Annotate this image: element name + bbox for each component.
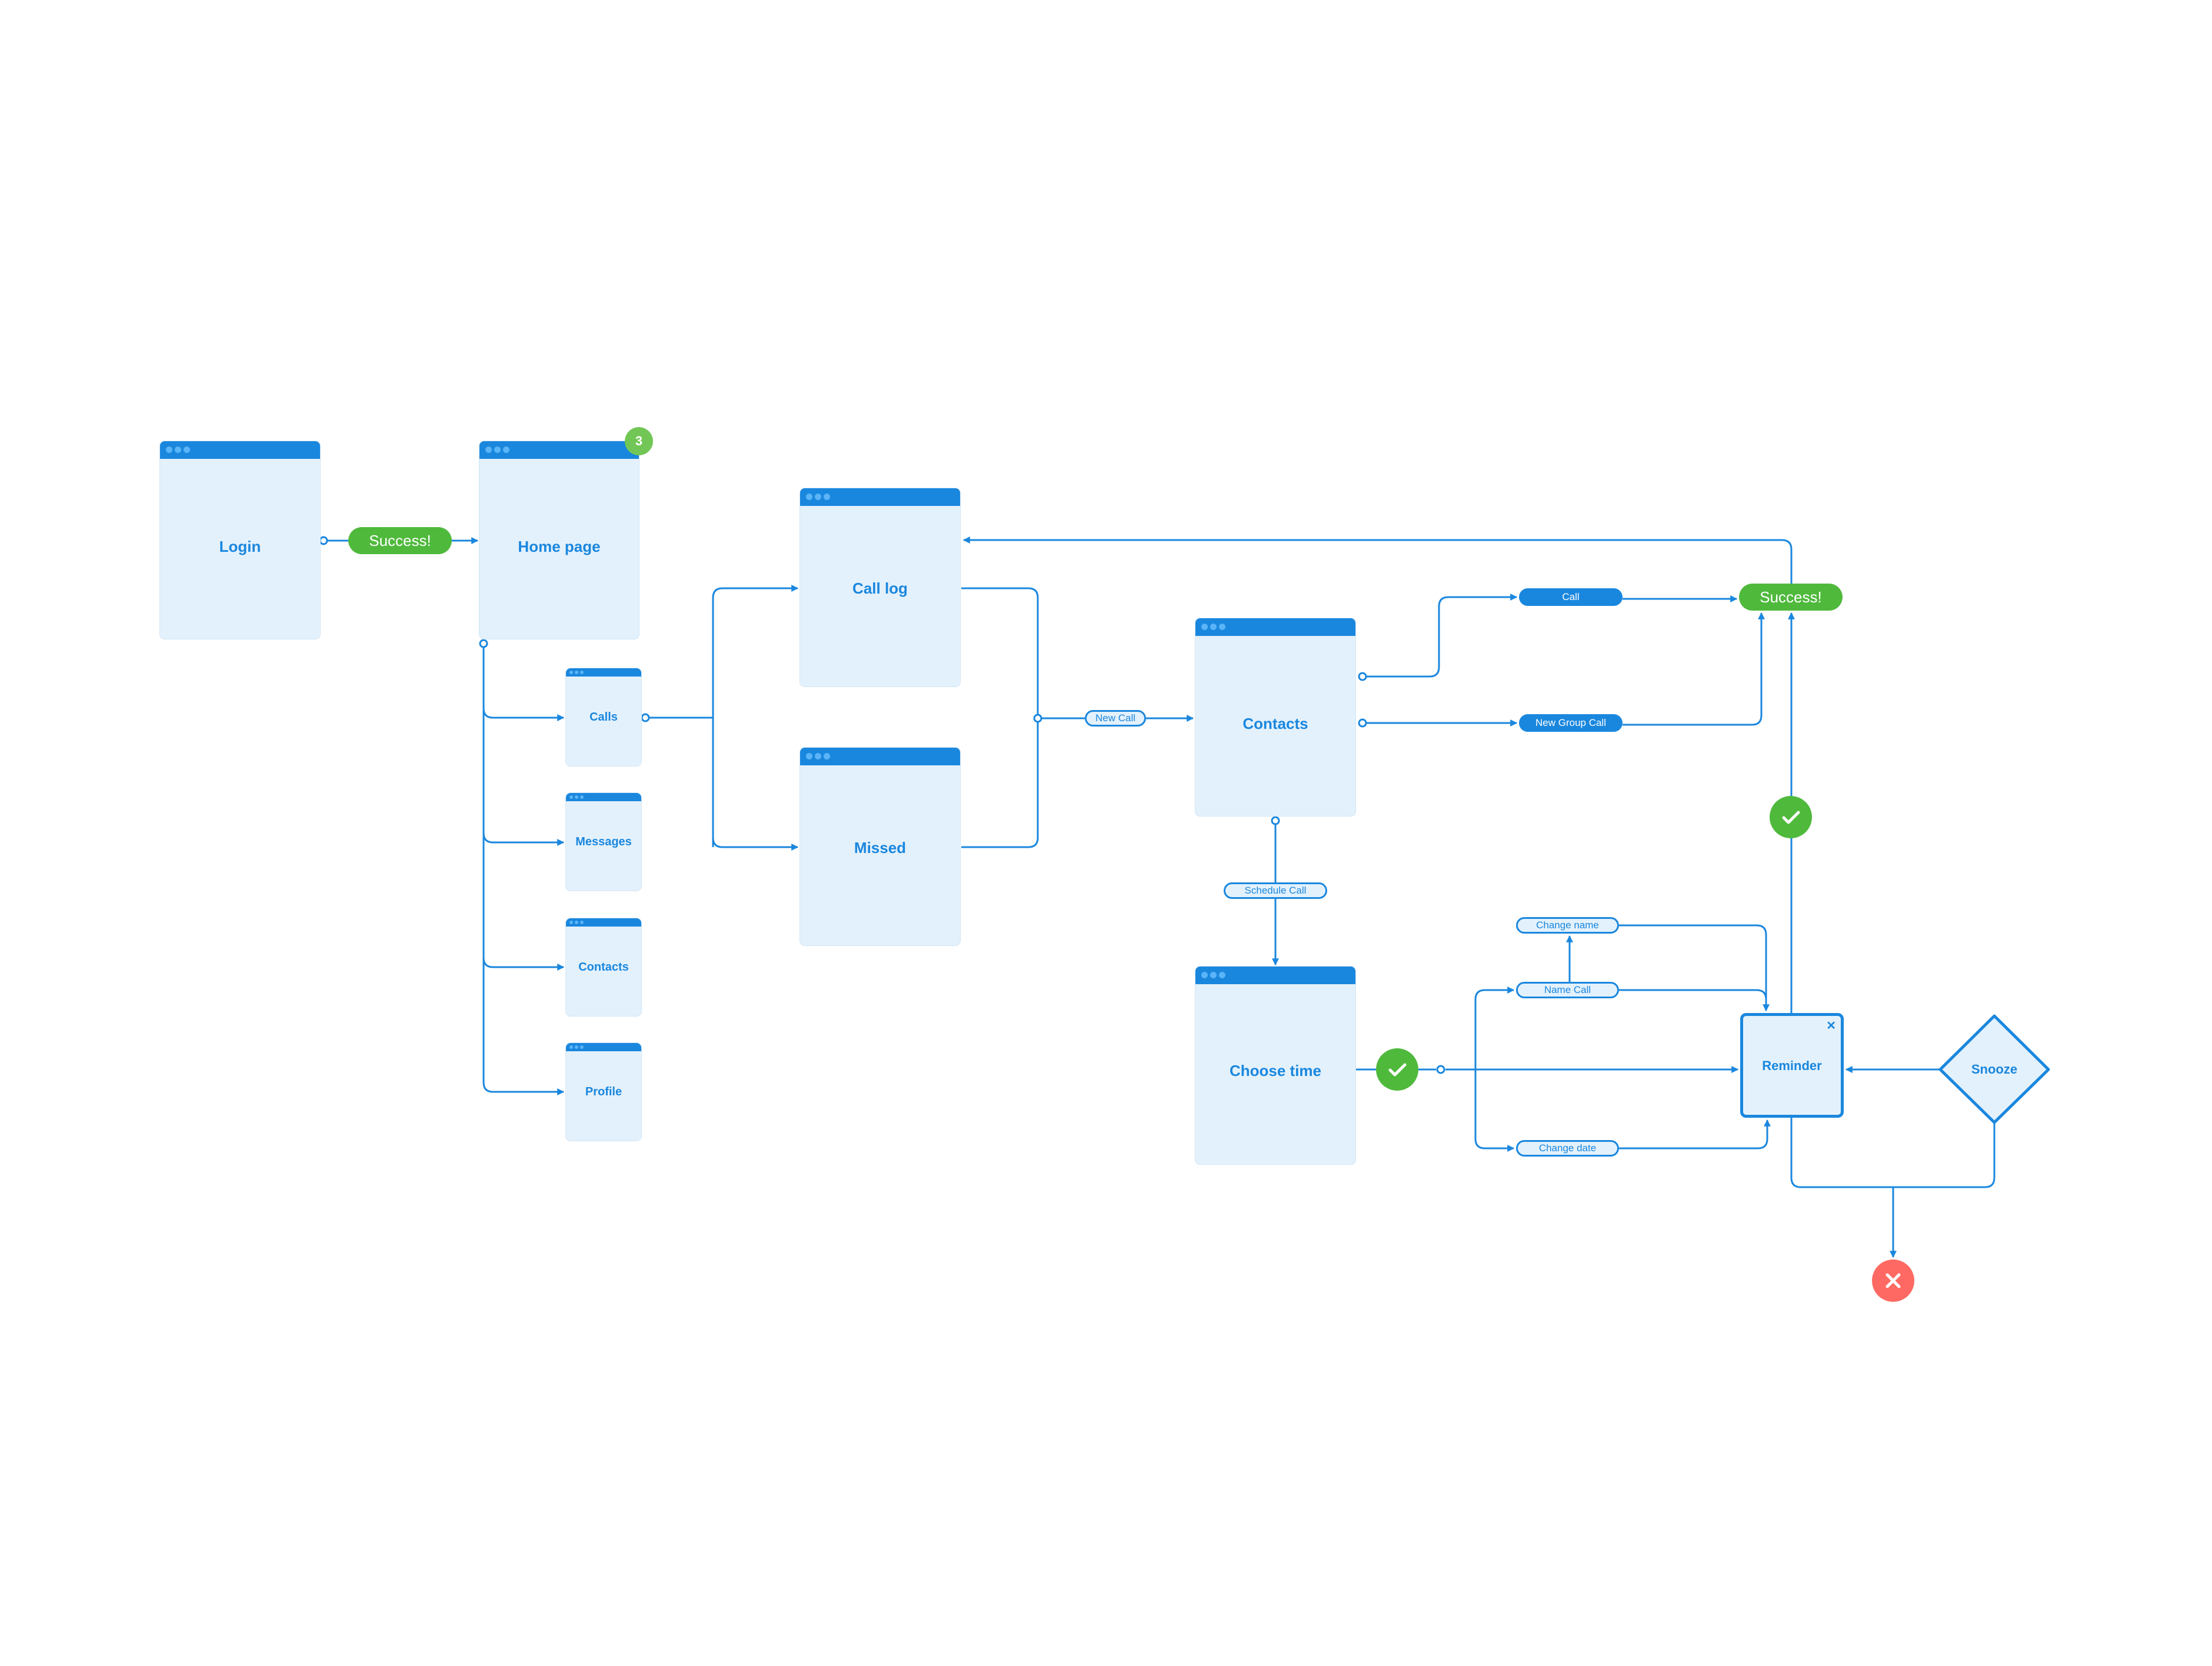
success-pill-call: Success!	[1739, 584, 1843, 611]
wire-success-calllog	[962, 537, 1793, 584]
new-group-call-pill[interactable]: New Group Call	[1519, 714, 1623, 732]
new-call-pill[interactable]: New Call	[1085, 710, 1146, 727]
screen-title: Profile	[585, 1085, 622, 1098]
window-dots-icon	[1201, 972, 1225, 978]
wire-home-contacts	[482, 957, 565, 971]
screen-missed[interactable]: Missed	[800, 748, 960, 945]
wire-contacts-call	[1366, 594, 1518, 678]
snooze-title: Snooze	[1971, 1062, 2018, 1077]
window-dots-icon	[569, 671, 584, 674]
connector-lines	[319, 536, 2050, 1258]
wire-branch-calllog	[712, 585, 799, 847]
screen-title: Call log	[852, 579, 908, 597]
port-contacts-schedule	[1271, 816, 1280, 825]
screen-title: Home page	[518, 538, 601, 555]
screen-login[interactable]: Login	[160, 441, 320, 639]
screen-call-log[interactable]: Call log	[800, 488, 960, 687]
port-calls	[641, 713, 650, 722]
port-login	[319, 536, 328, 545]
window-dots-icon	[569, 921, 584, 924]
window-dots-icon	[1201, 624, 1225, 630]
screen-contacts[interactable]: Contacts	[1195, 618, 1355, 816]
change-name-pill[interactable]: Change name	[1516, 917, 1619, 934]
wire-changename-reminder	[1619, 924, 1770, 1012]
wire-home-messages	[482, 832, 565, 846]
port-contacts-call	[1358, 672, 1367, 681]
port-merge	[1033, 714, 1042, 723]
change-date-pill[interactable]: Change date	[1516, 1140, 1619, 1157]
name-call-pill[interactable]: Name Call	[1516, 982, 1619, 998]
port-home	[479, 639, 488, 648]
screen-contacts-small[interactable]: Contacts	[566, 918, 641, 1016]
close-icon[interactable]: ✕	[1826, 1018, 1836, 1033]
screen-calls[interactable]: Calls	[566, 668, 641, 766]
reminder-node[interactable]: ✕ Reminder	[1740, 1013, 1844, 1118]
success-pill-login: Success!	[348, 527, 452, 554]
call-pill[interactable]: Call	[1519, 588, 1623, 606]
window-dots-icon	[166, 447, 190, 453]
wire-fork-namecall	[1474, 987, 1515, 1069]
screen-title: Calls	[589, 711, 618, 724]
x-icon	[1872, 1260, 1914, 1302]
window-dots-icon	[569, 795, 584, 799]
window-dots-icon	[485, 447, 509, 453]
port-fork	[1436, 1065, 1445, 1074]
wire-changedate-reminder	[1619, 1119, 1771, 1149]
screen-title: Choose time	[1229, 1062, 1322, 1079]
wire-namecall-reminder	[1619, 989, 1767, 1000]
window-dots-icon	[806, 494, 830, 500]
wire-fork-changedate	[1474, 1069, 1515, 1152]
screen-title: Messages	[575, 835, 632, 848]
check-icon	[1770, 796, 1812, 838]
screen-messages[interactable]: Messages	[566, 793, 641, 891]
wire-calllog-merge	[961, 587, 1039, 848]
screen-title: Contacts	[1242, 715, 1308, 732]
screen-profile[interactable]: Profile	[566, 1043, 641, 1141]
notification-badge: 3	[625, 427, 653, 455]
wire-reminder-error	[1790, 1118, 1996, 1188]
reminder-title: Reminder	[1762, 1058, 1822, 1073]
wire-home-calls	[482, 708, 565, 721]
window-dots-icon	[806, 753, 830, 759]
screen-title: Missed	[854, 839, 907, 857]
wire-home-trunk	[482, 647, 565, 1095]
wire-groupcall-success	[1623, 612, 1765, 726]
screen-title: Contacts	[578, 961, 629, 974]
schedule-call-pill[interactable]: Schedule Call	[1224, 882, 1327, 899]
check-icon	[1376, 1048, 1418, 1091]
wire-branch-missed	[712, 706, 799, 851]
screen-home[interactable]: Home page	[479, 441, 639, 639]
port-contacts-group	[1358, 718, 1367, 728]
screen-title: Login	[219, 538, 261, 555]
window-dots-icon	[569, 1045, 584, 1049]
screen-choose-time[interactable]: Choose time	[1195, 967, 1355, 1164]
